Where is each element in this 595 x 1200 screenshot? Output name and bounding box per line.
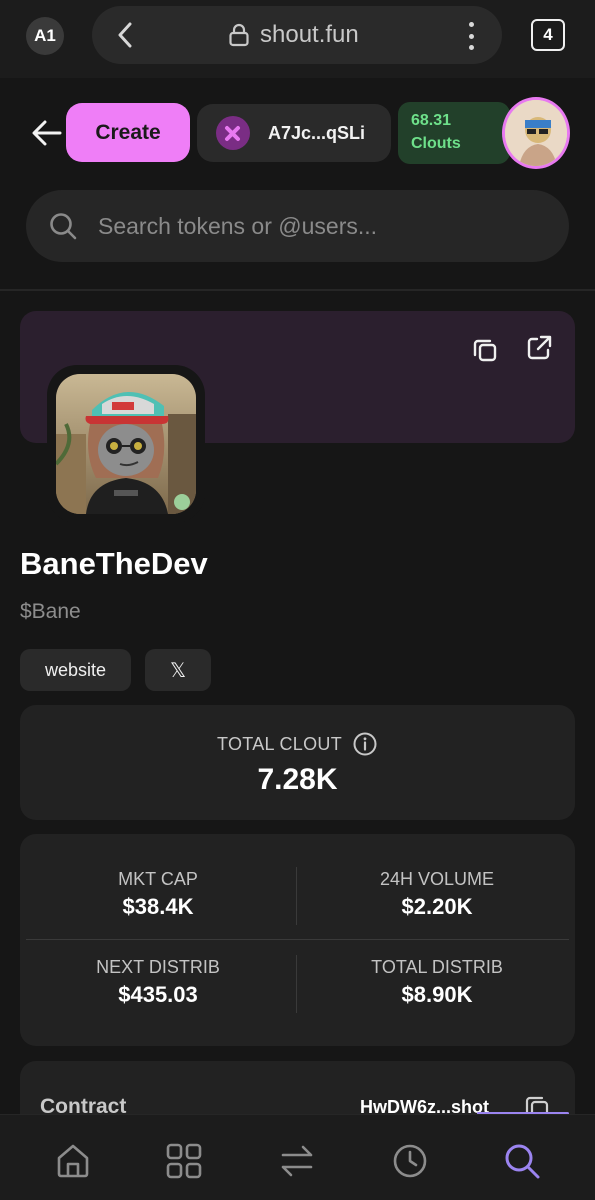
browser-back-icon[interactable] bbox=[110, 20, 140, 50]
info-icon[interactable] bbox=[352, 731, 378, 757]
search-icon bbox=[50, 213, 77, 240]
stat-value: $2.20K bbox=[401, 894, 473, 919]
token-name: BaneTheDev bbox=[20, 546, 208, 581]
user-avatar[interactable] bbox=[502, 97, 570, 169]
bottom-navigation bbox=[0, 1114, 595, 1200]
search-icon bbox=[505, 1144, 540, 1179]
stat-divider bbox=[296, 955, 297, 1013]
token-avatar-frame bbox=[47, 365, 205, 523]
page: A1 shout.fun 4 Create A7Jc...qSLi 68.31 … bbox=[0, 0, 595, 1200]
copy-icon[interactable] bbox=[471, 336, 499, 364]
stat-divider bbox=[296, 867, 297, 925]
nav-search[interactable] bbox=[502, 1141, 542, 1181]
stat-label: NEXT DISTRIB bbox=[96, 957, 220, 977]
clouts-balance[interactable]: 68.31 Clouts bbox=[398, 102, 510, 164]
token-ticker: $Bane bbox=[20, 600, 81, 623]
stat-label: 24H VOLUME bbox=[379, 869, 495, 889]
total-clout-card: TOTAL CLOUT 7.28K bbox=[20, 705, 575, 820]
stat-value: $38.4K bbox=[122, 894, 194, 919]
header-divider bbox=[0, 289, 595, 291]
token-avatar[interactable] bbox=[56, 374, 196, 514]
stat-value: $435.03 bbox=[118, 982, 198, 1007]
wallet-button[interactable]: A7Jc...qSLi bbox=[197, 104, 391, 162]
token-stats-card: MKT CAP $38.4K 24H VOLUME $2.20K NEXT DI… bbox=[20, 834, 575, 1046]
stat-next-distrib: NEXT DISTRIB $435.03 bbox=[20, 956, 296, 1012]
clouts-balance-label: Clouts bbox=[411, 135, 461, 152]
external-link-icon[interactable] bbox=[525, 334, 553, 362]
wallet-address: A7Jc...qSLi bbox=[268, 122, 366, 143]
clouts-balance-value: 68.31 bbox=[411, 112, 452, 129]
x-link-button[interactable]: 𝕏 bbox=[145, 649, 211, 691]
browser-menu-icon[interactable] bbox=[464, 22, 478, 50]
website-link-button[interactable]: website bbox=[20, 649, 131, 691]
total-clout-header: TOTAL CLOUT bbox=[20, 731, 575, 757]
address-bar[interactable]: shout.fun bbox=[92, 6, 502, 64]
swap-icon bbox=[281, 1145, 313, 1177]
stat-value: $8.90K bbox=[401, 982, 473, 1007]
search-bar[interactable] bbox=[26, 190, 569, 262]
home-icon bbox=[57, 1144, 89, 1178]
create-button[interactable]: Create bbox=[66, 103, 190, 162]
stat-24h-volume: 24H VOLUME $2.20K bbox=[299, 868, 575, 924]
total-clout-value: 7.28K bbox=[257, 763, 338, 796]
history-icon bbox=[393, 1144, 427, 1178]
stat-total-distrib: TOTAL DISTRIB $8.90K bbox=[299, 956, 575, 1012]
lock-icon bbox=[229, 23, 249, 47]
browser-profile-avatar[interactable]: A1 bbox=[26, 17, 64, 55]
nav-swap[interactable] bbox=[277, 1141, 317, 1181]
stat-label: TOTAL DISTRIB bbox=[371, 957, 503, 977]
nav-explore[interactable] bbox=[164, 1141, 204, 1181]
stat-market-cap: MKT CAP $38.4K bbox=[20, 868, 296, 924]
browser-toolbar: A1 shout.fun 4 bbox=[0, 0, 595, 78]
tab-count-button[interactable]: 4 bbox=[531, 19, 565, 51]
search-input[interactable] bbox=[98, 208, 538, 244]
stat-row-divider bbox=[26, 939, 569, 940]
nav-history[interactable] bbox=[390, 1141, 430, 1181]
back-arrow-icon[interactable] bbox=[30, 116, 64, 150]
total-clout-label: TOTAL CLOUT bbox=[217, 733, 342, 754]
wallet-token-icon bbox=[216, 116, 250, 150]
stat-label: MKT CAP bbox=[118, 869, 198, 889]
url-text: shout.fun bbox=[260, 21, 359, 48]
grid-icon bbox=[166, 1143, 202, 1179]
nav-home[interactable] bbox=[53, 1141, 93, 1181]
